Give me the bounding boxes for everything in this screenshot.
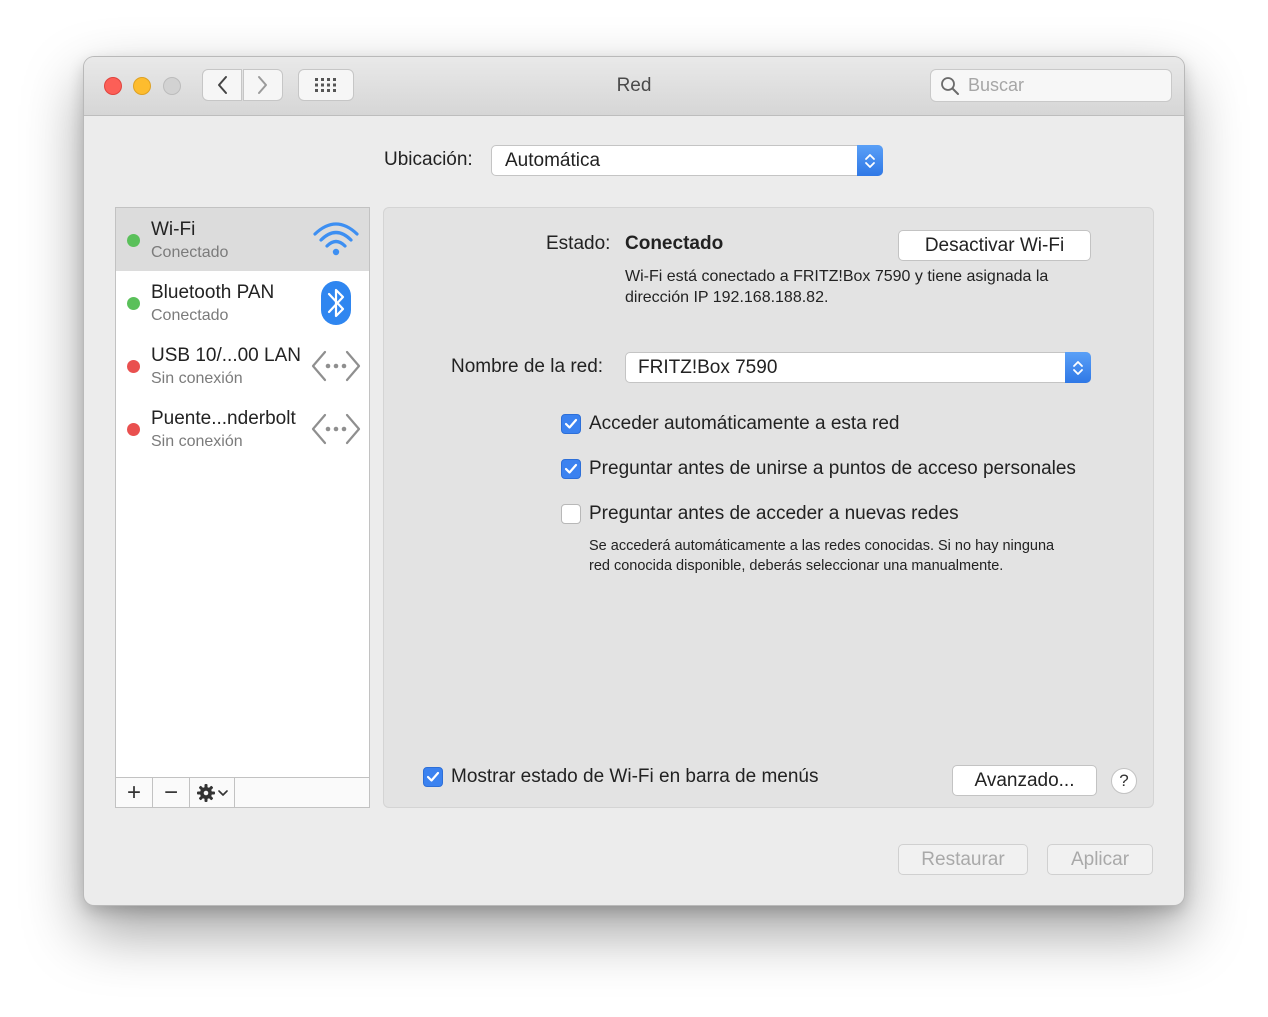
location-value: Automática xyxy=(505,150,601,171)
menu-bar-status-checkbox[interactable] xyxy=(423,767,443,787)
ask-hotspots-checkbox-row[interactable]: Preguntar antes de unirse a puntos de ac… xyxy=(561,457,1076,481)
network-name-value: FRITZ!Box 7590 xyxy=(638,357,778,378)
menu-bar-status-checkbox-row[interactable]: Mostrar estado de Wi-Fi en barra de menú… xyxy=(423,765,819,789)
network-name-popup[interactable]: FRITZ!Box 7590 xyxy=(625,352,1091,383)
popup-arrows-icon xyxy=(857,145,883,176)
turn-off-wifi-button[interactable]: Desactivar Wi-Fi xyxy=(898,230,1091,261)
bluetooth-icon xyxy=(321,281,351,325)
auto-join-checkbox[interactable] xyxy=(561,414,581,434)
ask-new-networks-label: Preguntar antes de acceder a nuevas rede… xyxy=(589,503,959,524)
service-item-usb-lan[interactable]: USB 10/...00 LAN Sin conexión xyxy=(116,334,369,397)
status-label: Estado: xyxy=(546,233,611,254)
checkmark-icon xyxy=(426,771,440,782)
service-item-thunderbolt-bridge[interactable]: Puente...nderbolt Sin conexión xyxy=(116,397,369,460)
ask-new-networks-checkbox[interactable] xyxy=(561,504,581,524)
help-button[interactable]: ? xyxy=(1111,768,1137,794)
service-item-wifi[interactable]: Wi-Fi Conectado xyxy=(116,208,369,271)
apply-button[interactable]: Aplicar xyxy=(1047,844,1153,875)
service-name: Wi-Fi xyxy=(151,219,196,240)
checkmark-icon xyxy=(564,463,578,474)
service-item-bluetooth-pan[interactable]: Bluetooth PAN Conectado xyxy=(116,271,369,334)
new-networks-hint: Se accederá automáticamente a las redes … xyxy=(589,538,1055,574)
status-dot xyxy=(127,360,140,373)
network-preferences-window: Red Ubicación: Automática Wi-Fi Conectad… xyxy=(84,57,1184,905)
service-status: Conectado xyxy=(151,244,229,261)
service-name: Puente...nderbolt xyxy=(151,408,296,429)
service-status: Sin conexión xyxy=(151,433,243,450)
service-name: USB 10/...00 LAN xyxy=(151,345,301,366)
auto-join-checkbox-row[interactable]: Acceder automáticamente a esta red xyxy=(561,412,900,436)
popup-arrows-icon xyxy=(1065,352,1091,383)
search-icon xyxy=(941,76,959,95)
ask-hotspots-label: Preguntar antes de unirse a puntos de ac… xyxy=(589,458,1076,479)
menu-bar-status-label: Mostrar estado de Wi-Fi en barra de menú… xyxy=(451,766,819,787)
service-list-toolbar: + − xyxy=(116,777,369,807)
status-dot xyxy=(127,234,140,247)
service-status: Sin conexión xyxy=(151,370,243,387)
ask-new-networks-checkbox-row[interactable]: Preguntar antes de acceder a nuevas rede… xyxy=(561,502,959,526)
revert-button[interactable]: Restaurar xyxy=(898,844,1028,875)
search-field[interactable] xyxy=(930,69,1172,102)
minus-icon: − xyxy=(163,778,178,806)
search-input[interactable] xyxy=(966,74,1160,97)
service-status: Conectado xyxy=(151,307,229,324)
auto-join-label: Acceder automáticamente a esta red xyxy=(589,413,900,434)
status-description: Wi-Fi está conectado a FRITZ!Box 7590 y … xyxy=(625,268,1049,306)
service-name: Bluetooth PAN xyxy=(151,282,275,303)
status-dot xyxy=(127,297,140,310)
remove-service-button[interactable]: − xyxy=(153,778,190,807)
location-popup[interactable]: Automática xyxy=(491,145,883,176)
wifi-icon xyxy=(313,222,359,256)
status-value: Conectado xyxy=(625,233,724,254)
ethernet-arrows-icon xyxy=(311,350,361,382)
advanced-button[interactable]: Avanzado... xyxy=(952,765,1097,796)
service-list: Wi-Fi Conectado Bluetooth PAN Conectado … xyxy=(115,207,370,808)
status-dot xyxy=(127,423,140,436)
service-detail-panel: Estado: Conectado Desactivar Wi-Fi Wi-Fi… xyxy=(383,207,1154,808)
chevron-down-icon xyxy=(218,789,228,796)
plus-icon: + xyxy=(126,778,141,806)
location-label: Ubicación: xyxy=(384,149,473,170)
add-service-button[interactable]: + xyxy=(116,778,153,807)
gear-icon xyxy=(197,783,215,802)
action-menu-button[interactable] xyxy=(190,778,235,807)
checkmark-icon xyxy=(564,418,578,429)
network-name-label: Nombre de la red: xyxy=(451,356,604,377)
ethernet-arrows-icon xyxy=(311,413,361,445)
ask-hotspots-checkbox[interactable] xyxy=(561,459,581,479)
title-bar: Red xyxy=(84,57,1184,116)
